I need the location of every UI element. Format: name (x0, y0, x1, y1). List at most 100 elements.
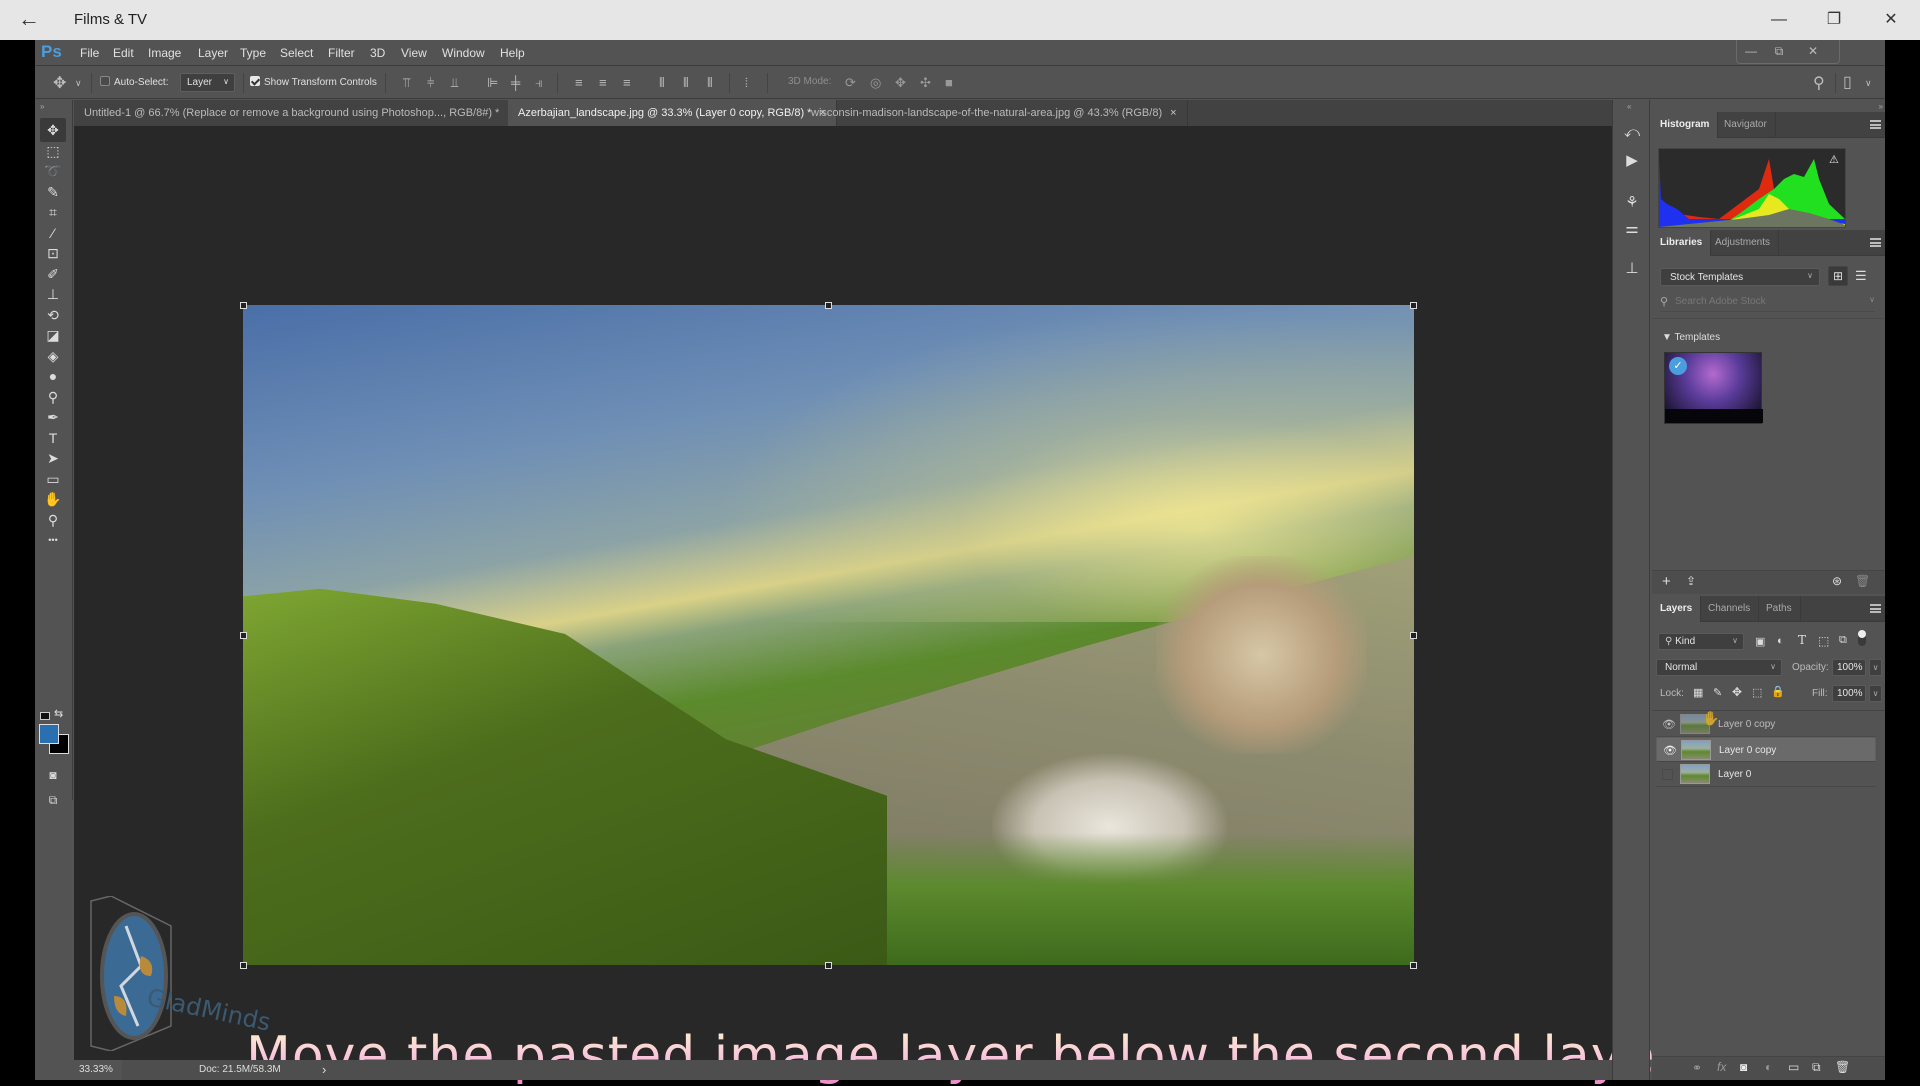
fill-slider-chevron-icon[interactable]: ∨ (1869, 685, 1882, 702)
3d-roll-icon[interactable]: ◎ (870, 75, 881, 91)
search-icon[interactable]: ⚲ (1813, 73, 1825, 93)
visibility-toggle-empty[interactable] (1662, 769, 1673, 780)
histogram-warning-icon[interactable]: ⚠ (1829, 154, 1839, 166)
menu-layer[interactable]: Layer (198, 46, 228, 60)
visibility-eye-icon[interactable]: 👁 (1663, 744, 1677, 757)
stock-search-input[interactable]: ⚲ Search Adobe Stock ∨ (1660, 292, 1875, 312)
chevron-down-icon[interactable]: ∨ (1869, 295, 1875, 304)
expand-panels-icon[interactable]: » (1879, 102, 1883, 111)
layer-style-fx-icon[interactable]: fx (1717, 1060, 1726, 1074)
layer-row-selected[interactable]: 👁 Layer 0 copy (1656, 737, 1876, 762)
3d-pan-icon[interactable]: ✥ (895, 75, 906, 91)
filter-toggle[interactable] (1858, 630, 1866, 646)
move-tool-preset-icon[interactable]: ✥ (53, 73, 66, 93)
lock-artboard-icon[interactable]: ⬚ (1752, 686, 1762, 699)
back-arrow-icon[interactable]: ← (18, 6, 40, 32)
close-button[interactable]: ✕ (1862, 0, 1920, 40)
doc-minimize-button[interactable]: — (1737, 40, 1765, 62)
menu-edit[interactable]: Edit (113, 46, 134, 60)
tab-layers[interactable]: Layers (1652, 596, 1702, 622)
distribute-vcenter-icon[interactable]: ≡ (599, 75, 607, 90)
menu-3d[interactable]: 3D (370, 46, 385, 60)
align-left-icon[interactable]: ⊫ (487, 75, 498, 91)
align-top-icon[interactable]: ⫪ (403, 75, 410, 91)
visibility-eye-icon[interactable]: 👁 (1662, 718, 1676, 731)
minimize-button[interactable]: — (1750, 0, 1808, 40)
menu-filter[interactable]: Filter (328, 46, 355, 60)
distribute-right-icon[interactable]: ⦀ (707, 75, 713, 91)
panel-menu-icon[interactable] (1870, 604, 1881, 613)
swap-colors-icon[interactable]: ⇆ (54, 707, 63, 720)
status-menu-arrow-icon[interactable]: › (322, 1062, 326, 1077)
more-tools-icon[interactable]: ••• (40, 528, 66, 552)
tool-preset-chevron-icon[interactable]: ∨ (75, 78, 82, 89)
new-adjustment-layer-icon[interactable]: ◐ (1765, 1060, 1772, 1074)
align-vertical-center-icon[interactable]: ⫩ (427, 75, 434, 91)
tab-paths[interactable]: Paths (1758, 596, 1801, 622)
align-bottom-icon[interactable]: ⫫ (451, 75, 458, 91)
menu-file[interactable]: File (80, 46, 99, 60)
tab-libraries[interactable]: Libraries (1652, 230, 1712, 256)
workspace-chevron-icon[interactable]: ∨ (1865, 78, 1872, 89)
blend-mode-dropdown[interactable]: Normal ∨ (1656, 659, 1782, 676)
list-view-icon[interactable]: ☰ (1855, 268, 1867, 284)
transform-handle-left[interactable] (240, 632, 247, 639)
show-transform-controls-checkbox[interactable]: Show Transform Controls (250, 76, 377, 88)
screen-mode-icon[interactable]: ⧉ (40, 788, 66, 812)
library-select-dropdown[interactable]: Stock Templates ∨ (1660, 268, 1820, 286)
panel-menu-icon[interactable] (1870, 238, 1881, 247)
filter-shape-icon[interactable]: ⬚ (1818, 634, 1829, 648)
opacity-slider-chevron-icon[interactable]: ∨ (1869, 659, 1882, 676)
menu-type[interactable]: Type (240, 46, 266, 60)
quick-mask-icon[interactable]: ◙ (40, 763, 66, 787)
creative-cloud-icon[interactable]: ⊛ (1832, 574, 1842, 588)
actions-panel-icon[interactable]: ▶ (1621, 150, 1643, 172)
default-colors-icon[interactable] (40, 712, 50, 720)
collapse-toolbar-icon[interactable]: » (40, 102, 44, 111)
filter-pixel-icon[interactable]: ▣ (1755, 635, 1765, 648)
distribute-left-icon[interactable]: ⦀ (659, 75, 665, 91)
align-horizontal-center-icon[interactable]: ╪ (511, 75, 520, 90)
zoom-level-field[interactable]: 33.33% (74, 1060, 122, 1080)
history-panel-icon[interactable]: ⤺ (1621, 122, 1643, 144)
panel-menu-icon[interactable] (1870, 120, 1881, 129)
template-thumbnail[interactable]: ✓ (1664, 352, 1763, 424)
document-canvas[interactable]: GladMinds Move the pasted image layer be… (74, 126, 1677, 1086)
tab-azerbajian-landscape[interactable]: Azerbajian_landscape.jpg @ 33.3% (Layer … (508, 100, 837, 126)
distribute-top-icon[interactable]: ≡ (575, 75, 583, 90)
auto-align-icon[interactable]: ⦙ (745, 75, 748, 91)
clone-source-panel-icon[interactable]: ⊥ (1621, 258, 1643, 280)
doc-restore-button[interactable]: ⧉ (1765, 40, 1793, 62)
layer-filter-kind-dropdown[interactable]: ⚲ Kind ∨ (1658, 633, 1744, 650)
foreground-color-swatch[interactable] (39, 724, 59, 744)
tab-histogram[interactable]: Histogram (1652, 112, 1719, 138)
3d-orbit-icon[interactable]: ⟳ (845, 75, 856, 91)
filter-adjustment-icon[interactable]: ◐ (1777, 635, 1784, 647)
filter-smart-object-icon[interactable]: ⧉ (1839, 634, 1847, 647)
upload-icon[interactable]: ⇪ (1686, 574, 1696, 588)
transform-handle-bottom[interactable] (825, 962, 832, 969)
menu-window[interactable]: Window (442, 46, 485, 60)
trash-icon[interactable]: 🗑 (1855, 574, 1870, 588)
link-layers-icon[interactable]: ⚭ (1692, 1061, 1702, 1075)
new-group-icon[interactable]: ▭ (1788, 1060, 1799, 1074)
distribute-hcenter-icon[interactable]: ⦀ (683, 75, 689, 91)
restore-button[interactable]: ❐ (1805, 0, 1863, 40)
menu-help[interactable]: Help (500, 46, 525, 60)
tab-untitled-1[interactable]: Untitled-1 @ 66.7% (Replace or remove a … (74, 100, 525, 126)
brush-settings-panel-icon[interactable]: ⚌ (1621, 218, 1643, 240)
menu-view[interactable]: View (401, 46, 427, 60)
opacity-input[interactable]: 100% (1832, 659, 1866, 676)
collapse-dock-icon[interactable]: « (1627, 102, 1631, 111)
new-layer-icon[interactable]: ⧉ (1812, 1060, 1821, 1075)
auto-select-target-dropdown[interactable]: Layer ∨ (180, 73, 235, 92)
fill-input[interactable]: 100% (1832, 685, 1866, 702)
doc-close-button[interactable]: ✕ (1799, 40, 1827, 62)
brushes-panel-icon[interactable]: ⚘ (1621, 192, 1643, 214)
lock-transparent-pixels-icon[interactable]: ▦ (1693, 686, 1703, 699)
lock-all-icon[interactable]: 🔒 (1771, 685, 1785, 698)
delete-layer-icon[interactable]: 🗑 (1835, 1060, 1850, 1074)
close-tab-icon[interactable]: × (1170, 107, 1176, 119)
tab-channels[interactable]: Channels (1700, 596, 1760, 622)
add-mask-icon[interactable]: ◙ (1740, 1060, 1747, 1074)
